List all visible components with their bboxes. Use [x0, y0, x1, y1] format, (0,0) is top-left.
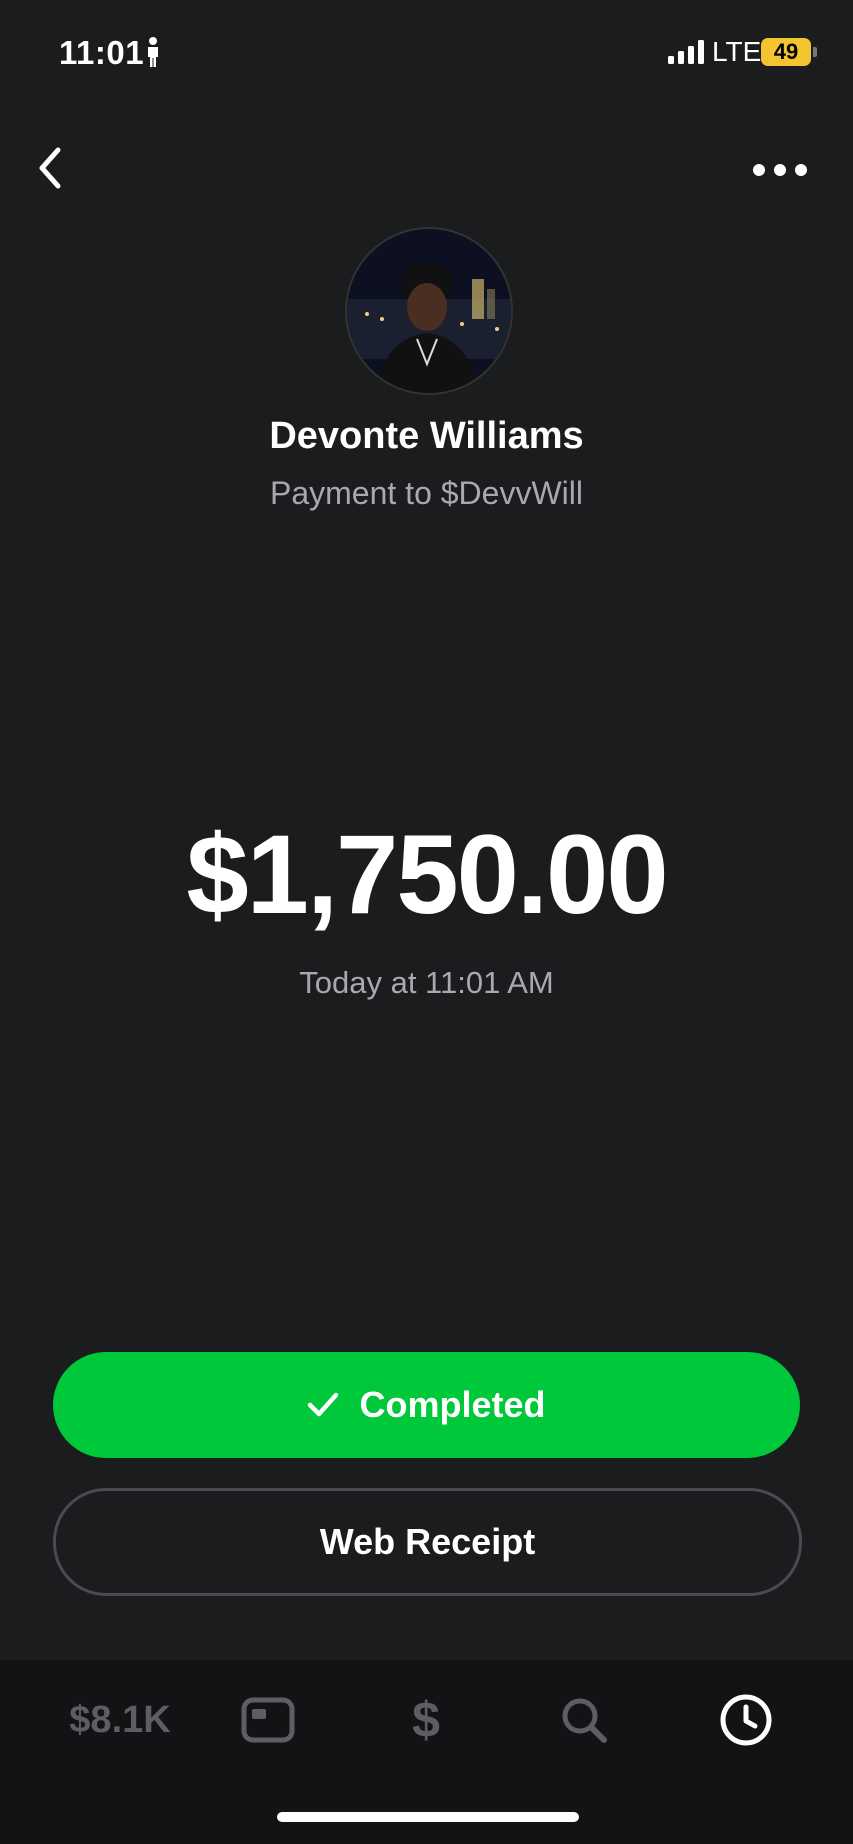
- more-button[interactable]: [750, 150, 810, 190]
- search-icon: [562, 1698, 607, 1743]
- balance-label: $8.1K: [69, 1698, 171, 1741]
- person-icon: [145, 36, 161, 73]
- tab-pay[interactable]: $: [400, 1692, 452, 1748]
- tab-activity[interactable]: [716, 1692, 776, 1748]
- status-bar: 11:01 LTE 49: [0, 0, 853, 110]
- completed-label: Completed: [359, 1384, 546, 1425]
- web-receipt-label: Web Receipt: [319, 1521, 536, 1562]
- payment-subtitle: Payment to $DevvWill: [270, 475, 583, 511]
- back-button[interactable]: [30, 140, 80, 200]
- recipient-name: Devonte Williams: [269, 415, 584, 457]
- battery-icon: 49: [761, 38, 811, 66]
- signal-icon: [668, 40, 706, 69]
- completed-button[interactable]: Completed: [53, 1352, 800, 1458]
- tab-search[interactable]: [556, 1692, 612, 1748]
- web-receipt-button[interactable]: Web Receipt: [53, 1488, 802, 1596]
- home-indicator[interactable]: [277, 1812, 579, 1822]
- avatar[interactable]: [345, 227, 513, 395]
- tab-balance[interactable]: $8.1K: [60, 1692, 180, 1748]
- tab-card[interactable]: [238, 1692, 298, 1748]
- payment-timestamp: Today at 11:01 AM: [299, 965, 554, 1000]
- card-icon: [241, 1697, 295, 1743]
- checkmark-icon: [308, 1392, 339, 1417]
- activity-clock-icon: [720, 1694, 772, 1746]
- payment-amount: $1,750.00: [186, 812, 668, 937]
- chevron-left-icon: [39, 147, 61, 189]
- network-label: LTE: [712, 36, 762, 67]
- battery-cap: [813, 47, 817, 57]
- status-time: 11:01: [59, 34, 145, 71]
- pay-label: $: [412, 1692, 440, 1748]
- ellipsis-icon: [753, 164, 807, 176]
